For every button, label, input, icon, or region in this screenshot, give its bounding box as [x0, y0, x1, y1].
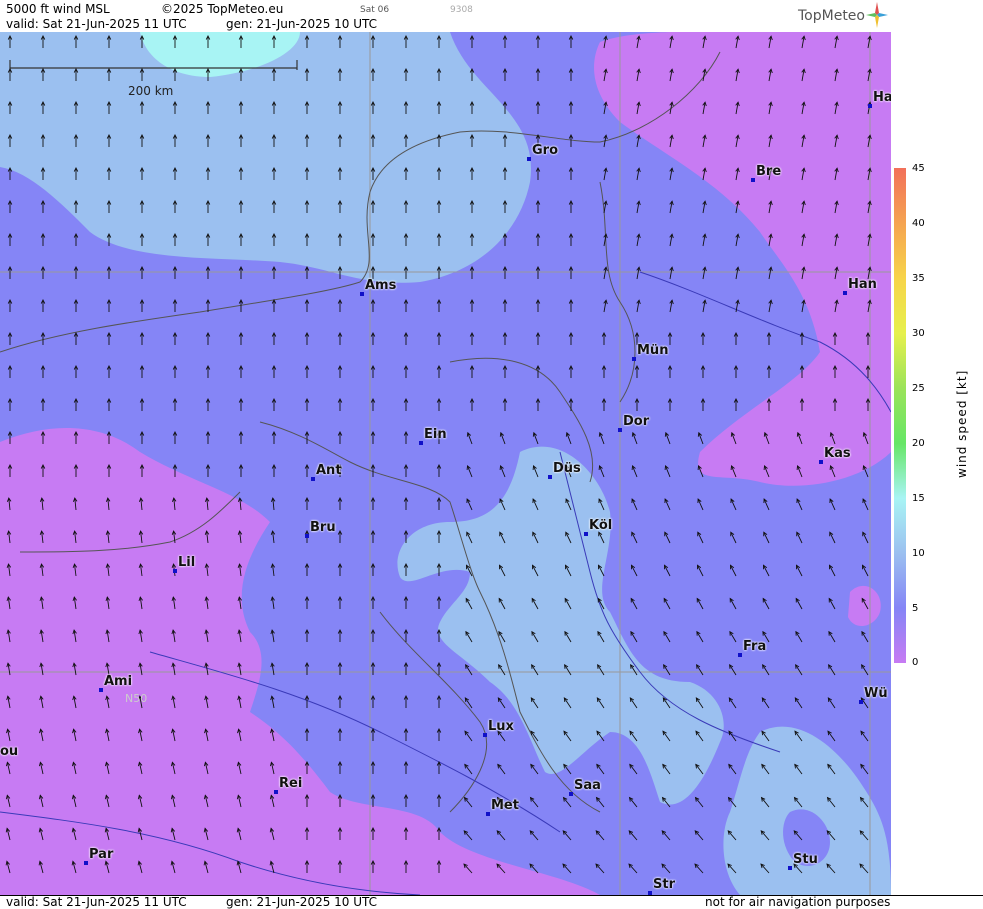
generated-time: gen: 21-Jun-2025 10 UTC [226, 17, 378, 31]
city-marker [584, 532, 588, 536]
city-marker [632, 357, 636, 361]
city-label-wu: Wü [864, 686, 888, 701]
city-marker [859, 700, 863, 704]
city-label-bru: Bru [310, 520, 336, 535]
city-marker [569, 792, 573, 796]
legend-tick: 15 [912, 493, 925, 504]
legend-color-bar [894, 168, 906, 663]
city-marker [305, 534, 309, 538]
wind-map[interactable]: 200 km N50 Gro Bre Ha Ams Han Mün Ein Do… [0, 32, 891, 895]
compass-star-icon [866, 2, 888, 28]
city-label-han: Han [848, 277, 877, 292]
city-label-lil: Lil [178, 555, 196, 570]
scale-label: 200 km [128, 84, 174, 98]
legend-tick: 0 [912, 657, 919, 668]
city-label-ha: Ha [873, 90, 891, 105]
legend-tick: 40 [912, 218, 925, 229]
footer-valid-time: valid: Sat 21-Jun-2025 11 UTC [6, 895, 187, 909]
city-label-met: Met [491, 798, 519, 813]
city-marker [738, 653, 742, 657]
legend-title: wind speed [kt] [955, 369, 969, 478]
city-marker [173, 569, 177, 573]
legend-tick: 25 [912, 383, 925, 394]
topmeteo-logo: TopMeteo [798, 8, 865, 24]
city-marker [843, 291, 847, 295]
city-label-saa: Saa [574, 778, 601, 793]
city-label-rei: Rei [279, 776, 303, 791]
city-marker [99, 688, 103, 692]
city-label-bre: Bre [756, 164, 782, 179]
city-label-dor: Dor [623, 414, 650, 429]
city-marker [486, 812, 490, 816]
city-marker [274, 790, 278, 794]
city-marker [360, 292, 364, 296]
city-label-ant: Ant [316, 463, 342, 478]
city-label-gro: Gro [532, 143, 559, 158]
city-label-str: Str [653, 877, 675, 892]
city-label-par: Par [89, 847, 114, 862]
city-marker [419, 441, 423, 445]
city-marker [84, 861, 88, 865]
city-label-mun: Mün [637, 343, 669, 358]
city-label-ams: Ams [365, 278, 397, 293]
city-label-ou: ou [0, 744, 19, 759]
legend-tick: 5 [912, 603, 919, 614]
latitude-label: N50 [125, 692, 148, 705]
city-marker [527, 157, 531, 161]
copyright-text: ©2025 TopMeteo.eu [161, 2, 284, 16]
legend-tick: 45 [912, 163, 925, 174]
logo-text: TopMeteo [798, 8, 865, 24]
city-marker [788, 866, 792, 870]
city-marker [548, 475, 552, 479]
legend-tick: 10 [912, 548, 925, 559]
city-label-lux: Lux [488, 719, 514, 734]
city-label-dus: Düs [553, 461, 581, 476]
city-marker [311, 477, 315, 481]
map-title: 5000 ft wind MSL [6, 2, 110, 16]
wind-map-canvas [0, 32, 891, 895]
city-label-ami: Ami [104, 674, 133, 689]
city-label-fra: Fra [743, 639, 767, 654]
city-label-stu: Stu [793, 852, 818, 867]
city-marker [618, 428, 622, 432]
city-marker [868, 104, 872, 108]
city-label-ein: Ein [424, 427, 447, 442]
city-marker [751, 178, 755, 182]
legend-tick: 35 [912, 273, 925, 284]
legend-tick: 20 [912, 438, 925, 449]
city-marker [483, 733, 487, 737]
city-marker [819, 460, 823, 464]
city-label-kas: Kas [824, 446, 851, 461]
code-indicator: 9308 [450, 5, 473, 15]
legend-tick: 30 [912, 328, 925, 339]
footer-generated-time: gen: 21-Jun-2025 10 UTC [226, 895, 378, 909]
footer-disclaimer: not for air navigation purposes [705, 895, 891, 909]
city-label-kol: Köl [589, 518, 613, 533]
day-indicator: Sat 06 [360, 5, 390, 15]
valid-time: valid: Sat 21-Jun-2025 11 UTC [6, 17, 187, 31]
